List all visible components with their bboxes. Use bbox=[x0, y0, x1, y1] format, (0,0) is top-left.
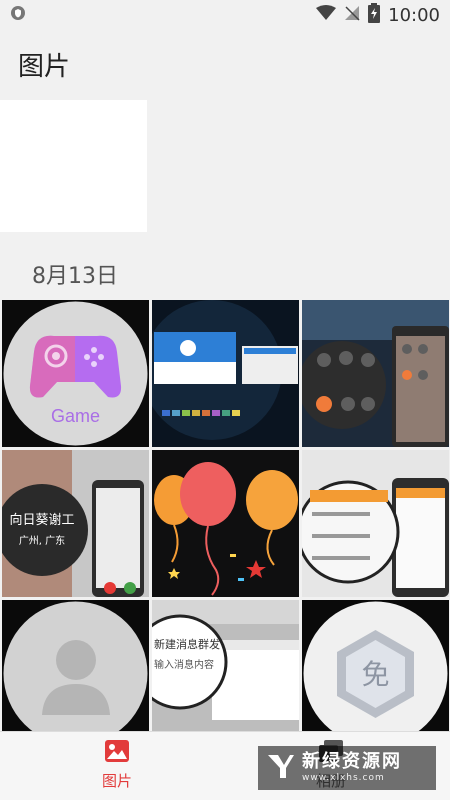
nav-tab-photos-label: 图片 bbox=[102, 772, 133, 790]
banner-thumbnail[interactable] bbox=[0, 100, 147, 232]
free-badge-label: 免 bbox=[361, 658, 389, 691]
watermark: 新绿资源网 www.xlxhs.com bbox=[258, 746, 436, 790]
page-title: 图片 bbox=[18, 52, 71, 82]
photo-thumbnail-caller[interactable]: 向日葵谢工 广州, 广东 bbox=[2, 450, 149, 597]
battery-charging-icon bbox=[368, 3, 381, 27]
photo-thumbnail-free-badge[interactable]: 免 bbox=[302, 600, 449, 747]
photo-thumbnail-game[interactable]: Game bbox=[2, 300, 149, 447]
message-title: 新建消息群发 bbox=[154, 637, 220, 651]
watermark-logo-icon bbox=[266, 751, 296, 785]
photo-thumbnail-balloons[interactable] bbox=[152, 450, 299, 597]
status-bar: 10:00 bbox=[0, 0, 450, 30]
message-hint: 输入消息内容 bbox=[154, 658, 214, 671]
no-signal-icon bbox=[344, 5, 360, 25]
date-section-header: 8月13日 bbox=[32, 264, 118, 289]
status-time: 10:00 bbox=[388, 4, 440, 26]
shield-icon bbox=[10, 5, 26, 25]
photo-thumbnail-storage[interactable] bbox=[302, 450, 449, 597]
caller-location: 广州, 广东 bbox=[19, 534, 65, 547]
game-label: Game bbox=[51, 406, 100, 426]
photo-thumbnail-message[interactable]: 新建消息群发 输入消息内容 bbox=[152, 600, 299, 747]
watermark-url: www.xlxhs.com bbox=[302, 773, 385, 783]
photo-thumbnail-avatar[interactable] bbox=[2, 600, 149, 747]
watermark-title: 新绿资源网 bbox=[302, 751, 402, 772]
photo-thumbnail-screenshots[interactable] bbox=[152, 300, 299, 447]
wifi-icon bbox=[316, 5, 337, 25]
photo-icon bbox=[105, 740, 129, 766]
nav-tab-photos[interactable]: 图片 bbox=[102, 740, 132, 791]
photo-grid: Game 向日葵谢工 广州, 广东 新建消息群发 输入消息内容 免 bbox=[2, 300, 449, 747]
photo-thumbnail-control-center[interactable] bbox=[302, 300, 449, 447]
caller-name: 向日葵谢工 bbox=[9, 512, 74, 528]
